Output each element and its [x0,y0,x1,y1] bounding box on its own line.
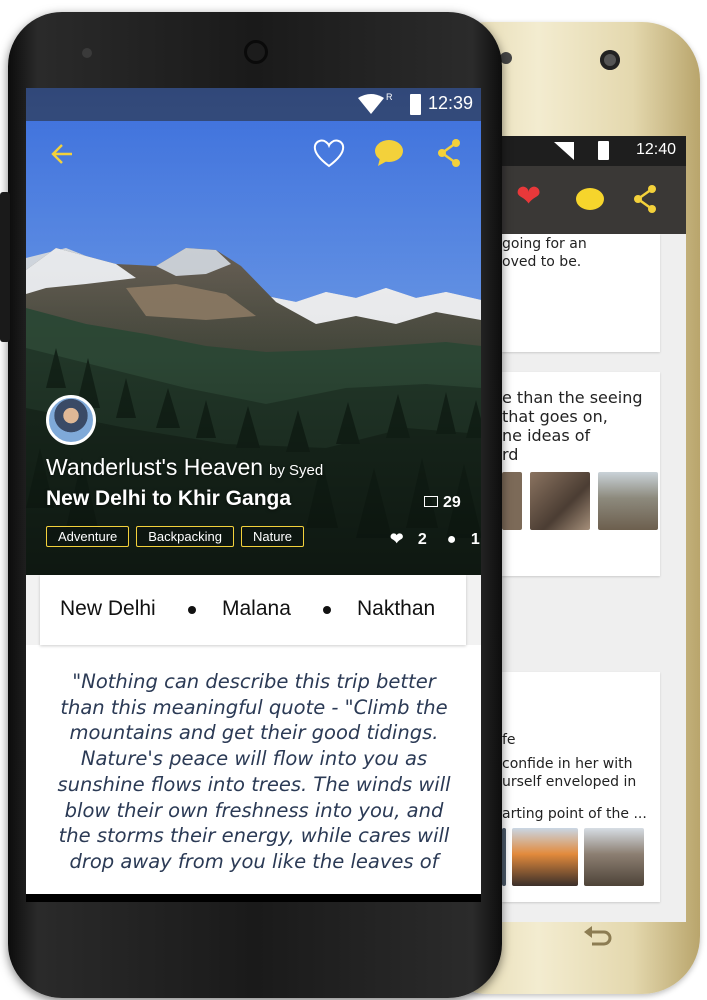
photo-thumbnail[interactable] [598,472,658,530]
photo-thumbnail[interactable] [502,828,506,886]
likes-value: 2 [417,531,427,548]
action-bar [26,121,481,191]
photo-thumbnail[interactable] [584,828,644,886]
back-text: urself enveloped in [502,774,637,790]
comments-value: 1 [470,531,480,548]
photo-thumbnail[interactable] [512,828,578,886]
stop-separator [323,606,331,614]
stop-item[interactable]: Nakthan [357,597,435,621]
tag-list: Adventure Backpacking Nature [46,526,305,547]
back-phone-screen: 12:40 ❤ going for an oved to be. e than … [498,136,686,922]
share-icon[interactable] [632,184,658,214]
back-text: confide in her with [502,756,633,772]
avatar[interactable] [46,395,96,445]
battery-icon [598,141,609,160]
photo-thumbnail[interactable] [530,472,590,530]
battery-icon [410,94,421,115]
comment-small-icon: ● [446,531,457,548]
back-phone-speaker [600,50,620,70]
status-time: 12:39 [427,93,473,113]
stop-item[interactable]: New Delhi [60,597,156,621]
trip-quote: "Nothing can describe this trip better t… [57,670,451,873]
signal-icon [554,142,574,160]
back-text: e than the seeing [502,388,643,407]
heart-outline-icon[interactable] [313,138,345,168]
back-arrow-icon[interactable] [50,142,74,166]
tag-chip[interactable]: Backpacking [136,526,234,547]
comments-count[interactable]: ● 1 [447,531,481,548]
stop-separator [188,606,196,614]
front-screen: R 12:39 Wanderlust's Heaven by Syed New … [26,88,481,894]
likes-count[interactable]: ❤ 2 [390,531,437,548]
back-text: rd [502,445,519,464]
back-card-2: e than the seeing that goes on, ne ideas… [502,372,660,576]
back-card-1: going for an oved to be. [502,234,660,352]
quote-card: "Nothing can describe this trip better t… [26,645,481,894]
front-camera [82,48,92,58]
back-card-3: fe confide in her with urself enveloped … [502,672,660,902]
photo-count-value: 29 [443,494,461,511]
photo-count[interactable]: 29 [424,494,461,512]
back-text: that goes on, [502,407,608,426]
trip-title: Wanderlust's Heaven by Syed [46,454,323,481]
back-text: ne ideas of [502,426,591,445]
back-nav-icon[interactable] [580,920,614,948]
back-text: fe [502,732,516,748]
wifi-icon [358,94,384,114]
back-status-time: 12:40 [635,141,676,158]
roaming-indicator: R [386,92,393,102]
tag-chip[interactable]: Nature [240,526,305,547]
power-button[interactable] [0,192,10,342]
phones-showcase: 12:40 ❤ going for an oved to be. e than … [0,0,707,1000]
heart-filled-icon[interactable]: ❤ [516,182,541,212]
back-toolbar: ❤ [498,166,686,234]
trip-route: New Delhi to Khir Ganga [46,487,292,510]
back-text: going for an [502,236,587,252]
back-status-bar: 12:40 [498,136,686,166]
comment-bubble-icon[interactable] [576,188,604,210]
screen-bottom-edge [26,894,481,902]
trip-author[interactable]: by Syed [269,462,323,479]
route-stops: New Delhi Malana Nakthan [40,575,466,645]
heart-small-icon: ❤ [390,531,404,548]
stop-item[interactable]: Malana [222,597,291,621]
photo-thumbnail[interactable] [502,472,522,530]
back-text: oved to be. [502,254,582,270]
tag-chip[interactable]: Adventure [46,526,130,547]
share-icon[interactable] [436,138,462,168]
image-icon [424,496,438,507]
engagement-counts: ❤ 2 ● 1 [390,529,481,549]
status-bar: R 12:39 [26,88,481,121]
trip-name: Wanderlust's Heaven [46,454,264,480]
comment-bubble-icon[interactable] [374,139,404,167]
back-text: arting point of the ... [502,806,647,822]
front-speaker [244,40,268,64]
